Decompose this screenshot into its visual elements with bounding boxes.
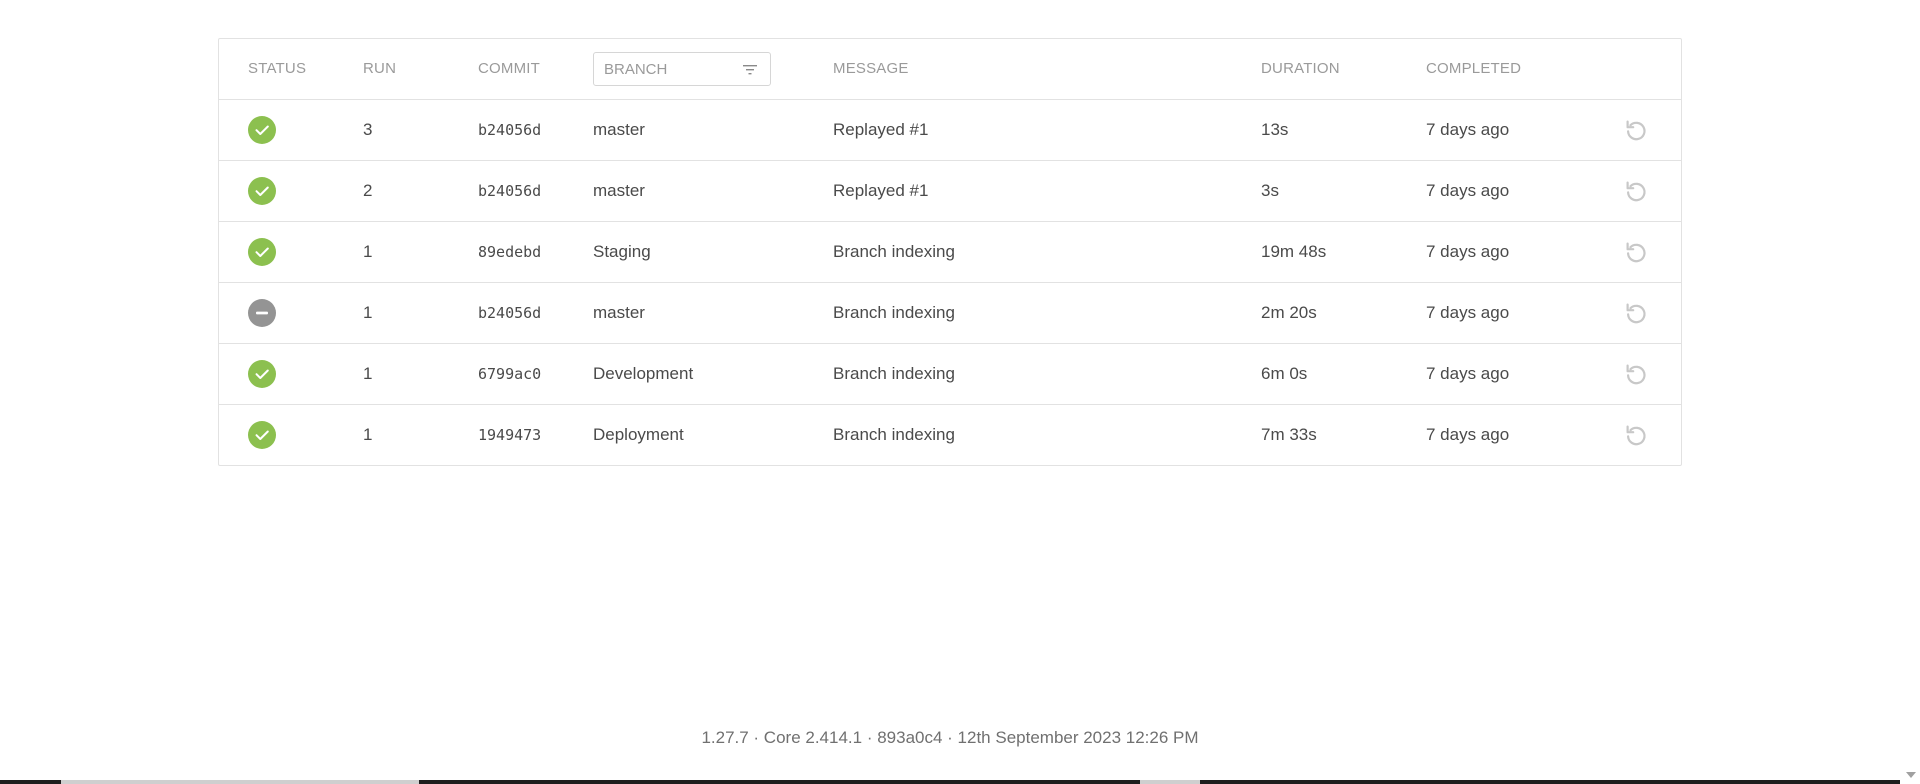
check-circle-icon: [248, 238, 276, 266]
column-header-duration: DURATION: [1261, 60, 1340, 77]
table-header: STATUS RUN COMMIT MESSAGE DURATION COMPL…: [219, 39, 1681, 100]
table-row[interactable]: 1 89edebd Staging Branch indexing 19m 48s 7 d…: [219, 222, 1681, 283]
completed-time: 7 days ago: [1426, 425, 1510, 444]
table-row[interactable]: 3 b24056d master Replayed #1 13s 7 days ago: [219, 100, 1681, 161]
scroll-down-arrow-icon[interactable]: [1906, 772, 1916, 778]
column-header-commit: COMMIT: [478, 60, 541, 77]
replay-icon[interactable]: [1623, 300, 1649, 326]
run-number[interactable]: 1: [363, 405, 372, 465]
commit-hash[interactable]: b24056d: [478, 161, 541, 221]
run-number[interactable]: 3: [363, 100, 372, 160]
run-duration: 19m 48s: [1261, 242, 1327, 261]
runs-table: STATUS RUN COMMIT MESSAGE DURATION COMPL…: [218, 38, 1682, 466]
column-header-run: RUN: [363, 60, 397, 77]
filter-icon[interactable]: [742, 63, 758, 77]
branch-name: master: [593, 303, 645, 322]
completed-time: 7 days ago: [1426, 364, 1510, 383]
run-duration: 7m 33s: [1261, 425, 1317, 444]
table-row[interactable]: 1 b24056d master Branch indexing 2m 20s 7 day…: [219, 283, 1681, 344]
branch-name: Deployment: [593, 425, 684, 444]
completed-time: 7 days ago: [1426, 303, 1510, 322]
run-message: Replayed #1: [833, 120, 929, 139]
check-circle-icon: [248, 360, 276, 388]
commit-hash[interactable]: b24056d: [478, 100, 541, 160]
run-duration: 2m 20s: [1261, 303, 1317, 322]
run-message: Branch indexing: [833, 425, 955, 444]
replay-icon[interactable]: [1623, 178, 1649, 204]
replay-icon[interactable]: [1623, 117, 1649, 143]
table-row[interactable]: 1 6799ac0 Development Branch indexing 6m 0s 7…: [219, 344, 1681, 405]
branch-filter-input[interactable]: [604, 53, 734, 85]
run-message: Branch indexing: [833, 303, 955, 322]
column-header-completed: COMPLETED: [1426, 60, 1522, 77]
run-message: Replayed #1: [833, 181, 929, 200]
replay-icon[interactable]: [1623, 239, 1649, 265]
completed-time: 7 days ago: [1426, 242, 1510, 261]
check-circle-icon: [248, 177, 276, 205]
run-number[interactable]: 1: [363, 283, 372, 343]
run-duration: 6m 0s: [1261, 364, 1308, 383]
version-footer: 1.27.7 · Core 2.414.1 · 893a0c4 · 12th S…: [701, 728, 1199, 747]
run-number[interactable]: 1: [363, 344, 372, 404]
completed-time: 7 days ago: [1426, 181, 1510, 200]
branch-name: Staging: [593, 242, 651, 261]
run-duration: 13s: [1261, 120, 1289, 139]
commit-hash[interactable]: 1949473: [478, 405, 541, 465]
run-number[interactable]: 1: [363, 222, 372, 282]
run-duration: 3s: [1261, 181, 1279, 200]
run-message: Branch indexing: [833, 364, 955, 383]
branch-filter[interactable]: [593, 52, 771, 86]
commit-hash[interactable]: 89edebd: [478, 222, 541, 282]
run-message: Branch indexing: [833, 242, 955, 261]
commit-hash[interactable]: b24056d: [478, 283, 541, 343]
table-row[interactable]: 1 1949473 Deployment Branch indexing 7m 33s 7…: [219, 405, 1681, 465]
replay-icon[interactable]: [1623, 422, 1649, 448]
vertical-scrollbar[interactable]: [1901, 0, 1920, 784]
replay-icon[interactable]: [1623, 361, 1649, 387]
minus-circle-icon: [248, 299, 276, 327]
run-number[interactable]: 2: [363, 161, 372, 221]
horizontal-scrollbar[interactable]: [0, 780, 1900, 784]
completed-time: 7 days ago: [1426, 120, 1510, 139]
table-body: 3 b24056d master Replayed #1 13s 7 days ago 2 b…: [219, 100, 1681, 465]
column-header-message: MESSAGE: [833, 60, 909, 77]
branch-name: master: [593, 120, 645, 139]
table-row[interactable]: 2 b24056d master Replayed #1 3s 7 days ago: [219, 161, 1681, 222]
check-circle-icon: [248, 116, 276, 144]
branch-name: Development: [593, 364, 694, 383]
branch-name: master: [593, 181, 645, 200]
check-circle-icon: [248, 421, 276, 449]
commit-hash[interactable]: 6799ac0: [478, 344, 541, 404]
column-header-status: STATUS: [248, 60, 307, 77]
